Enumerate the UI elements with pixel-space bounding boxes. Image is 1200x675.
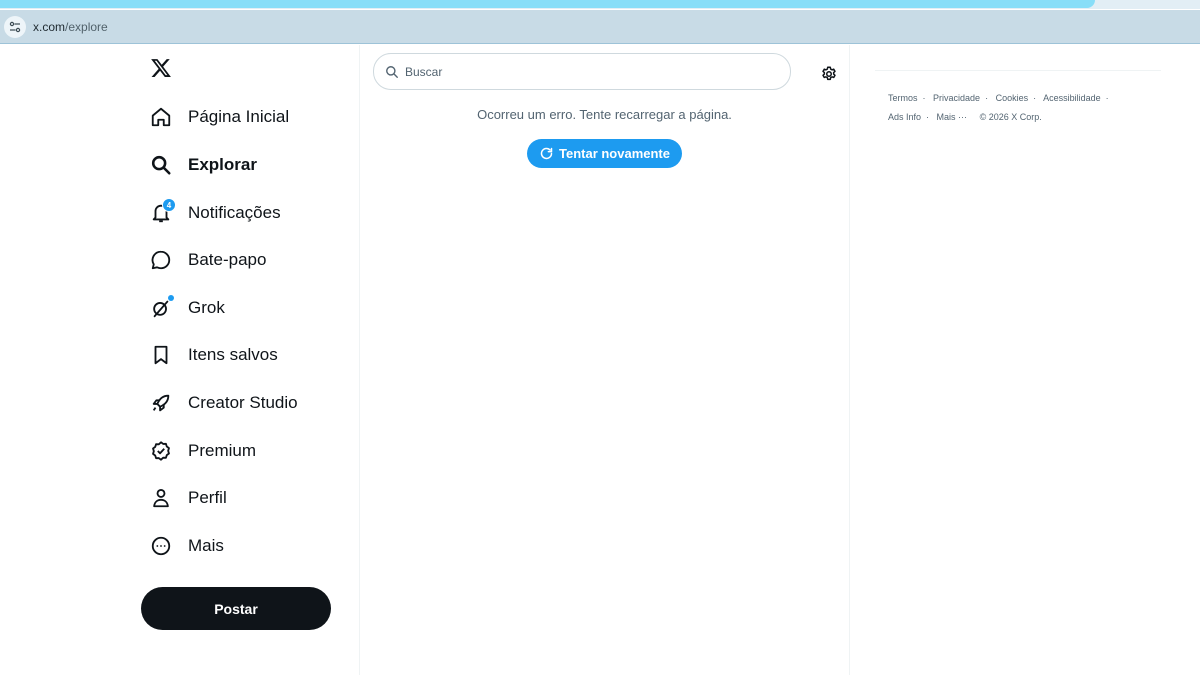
nav-item-notifications[interactable]: 4 Notificações: [148, 195, 281, 231]
footer-link-more[interactable]: Mais ···: [937, 112, 968, 122]
x-logo-icon[interactable]: [150, 57, 174, 81]
url-text[interactable]: x.com/explore: [33, 20, 108, 34]
main-column: Ocorreu um erro. Tente recarregar a pági…: [360, 45, 850, 675]
notification-count-badge: 4: [162, 198, 176, 212]
footer-separator: ·: [1033, 93, 1037, 103]
footer-separator: ·: [926, 112, 930, 122]
nav-item-premium[interactable]: Premium: [148, 433, 256, 469]
nav-label-chat: Bate-papo: [188, 250, 267, 269]
nav-label-bookmarks: Itens salvos: [188, 345, 278, 364]
footer-link-cookies[interactable]: Cookies: [996, 93, 1029, 103]
retry-label: Tentar novamente: [558, 146, 670, 161]
search-icon: [385, 65, 399, 79]
footer-separator: ·: [1105, 93, 1109, 103]
nav-label-notifications: Notificações: [188, 203, 281, 222]
footer-links: Termos · Privacidade · Cookies · Acessibili…: [888, 89, 1178, 127]
footer-link-privacy[interactable]: Privacidade: [933, 93, 980, 103]
nav-label-more: Mais: [188, 536, 224, 555]
home-icon: [148, 104, 174, 130]
bookmark-icon: [148, 342, 174, 368]
grok-icon: [148, 295, 174, 321]
post-button[interactable]: Postar: [141, 587, 331, 630]
nav-label-grok: Grok: [188, 298, 225, 317]
nav-item-home[interactable]: Página Inicial: [148, 99, 289, 135]
footer-link-terms[interactable]: Termos: [888, 93, 918, 103]
nav-item-explore[interactable]: Explorar: [148, 147, 257, 183]
nav-label-profile: Perfil: [188, 488, 227, 507]
nav-item-bookmarks[interactable]: Itens salvos: [148, 337, 278, 373]
footer-link-ads-info[interactable]: Ads Info: [888, 112, 921, 122]
footer-link-accessibility[interactable]: Acessibilidade: [1043, 93, 1101, 103]
footer-separator: ·: [985, 93, 989, 103]
person-icon: [148, 485, 174, 511]
nav-label-home: Página Inicial: [188, 107, 290, 126]
url-path: /explore: [65, 19, 108, 34]
search-icon: [148, 152, 174, 178]
url-host: x.com: [33, 19, 66, 34]
footer-copyright: © 2026 X Corp.: [979, 112, 1042, 122]
nav-label-premium: Premium: [188, 441, 257, 460]
verified-badge-icon: [148, 438, 174, 464]
address-bar[interactable]: x.com/explore: [0, 10, 1200, 44]
nav-item-grok[interactable]: Grok: [148, 290, 225, 326]
retry-button[interactable]: Tentar novamente: [527, 139, 682, 168]
nav-label-creator-studio: Creator Studio: [188, 393, 298, 412]
nav-item-creator-studio[interactable]: Creator Studio: [148, 385, 298, 421]
nav-label-explore: Explorar: [188, 155, 257, 174]
grok-new-dot: [168, 295, 174, 301]
footer-separator: ·: [922, 93, 926, 103]
left-sidebar: Página Inicial Explorar 4 Notificações B…: [0, 45, 360, 675]
divider: [875, 70, 1161, 71]
nav-item-more[interactable]: Mais: [148, 528, 224, 564]
error-message: Ocorreu um erro. Tente recarregar a pági…: [477, 107, 732, 122]
nav-item-chat[interactable]: Bate-papo: [148, 242, 266, 278]
right-sidebar: Termos · Privacidade · Cookies · Acessibili…: [850, 45, 1200, 675]
bell-icon: 4: [148, 198, 176, 226]
search-box[interactable]: [373, 53, 791, 90]
settings-gear-icon[interactable]: [820, 65, 838, 83]
chat-bubble-icon: [148, 247, 174, 273]
nav-item-profile[interactable]: Perfil: [148, 480, 227, 516]
rocket-icon: [148, 390, 174, 416]
refresh-icon: [539, 146, 554, 161]
search-input[interactable]: [403, 63, 767, 80]
active-tab-indicator[interactable]: [0, 0, 1095, 8]
site-info-icon[interactable]: [4, 15, 26, 38]
more-circle-icon: [148, 533, 174, 559]
